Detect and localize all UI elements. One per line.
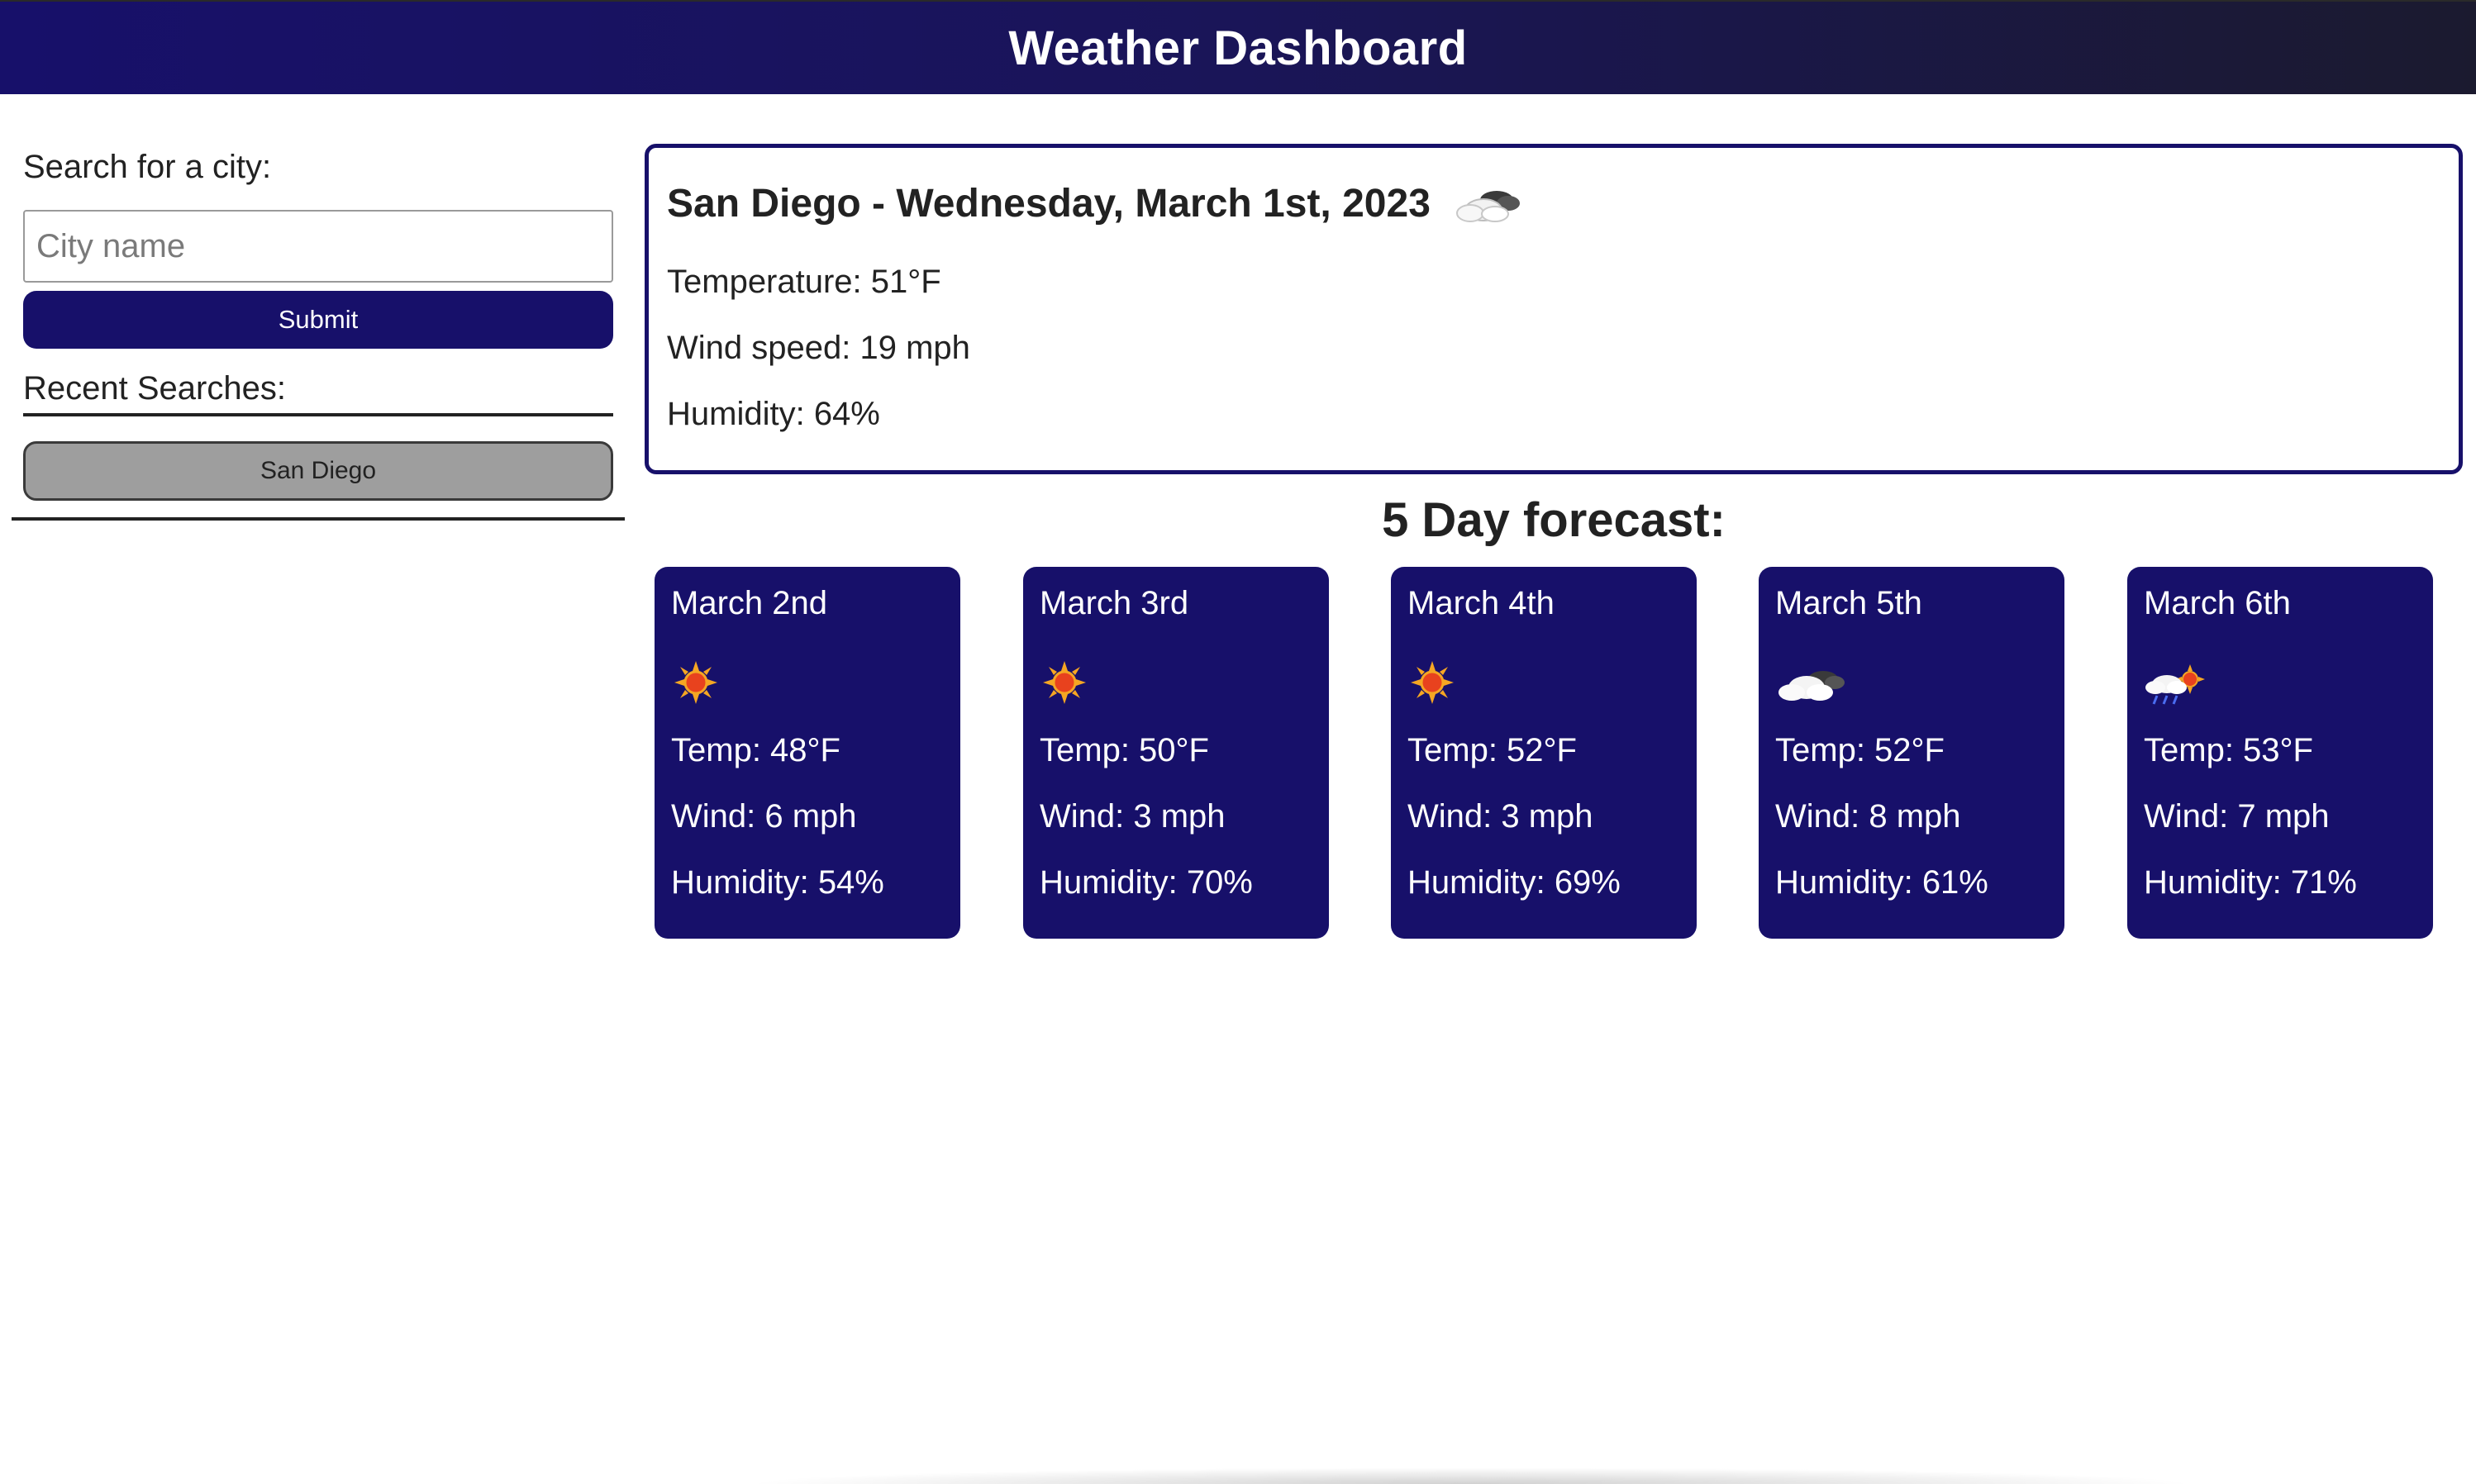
- forecast-wind: Wind: 6 mph: [671, 798, 857, 835]
- recent-search-button[interactable]: San Diego: [23, 441, 613, 501]
- sun-icon: [1407, 658, 1482, 707]
- app-header: Weather Dashboard: [0, 0, 2476, 94]
- window-shadow: [744, 1467, 2198, 1484]
- forecast-card: March 5th Temp: 52°F Wind: 8 mph Humidit…: [1759, 567, 2064, 939]
- current-wind-speed: Wind speed: 19 mph: [667, 330, 970, 366]
- forecast-temp: Temp: 50°F: [1040, 732, 1209, 768]
- forecast-temp: Temp: 52°F: [1407, 732, 1577, 768]
- forecast-date: March 5th: [1775, 585, 1922, 621]
- forecast-date: March 2nd: [671, 585, 827, 621]
- forecast-date: March 3rd: [1040, 585, 1189, 621]
- partly-cloudy-icon: [1450, 183, 1525, 225]
- current-humidity: Humidity: 64%: [667, 396, 880, 432]
- recent-searches-divider: [23, 413, 613, 416]
- current-temperature: Temperature: 51°F: [667, 264, 941, 300]
- sidebar-divider: [12, 517, 625, 521]
- forecast-wind: Wind: 7 mph: [2144, 798, 2330, 835]
- forecast-temp: Temp: 52°F: [1775, 732, 1945, 768]
- forecast-temp: Temp: 48°F: [671, 732, 840, 768]
- page-title: Weather Dashboard: [1008, 21, 1468, 75]
- current-weather-card: San Diego - Wednesday, March 1st, 2023 T…: [645, 144, 2463, 474]
- cloud-icon: [1775, 658, 1850, 707]
- forecast-heading: 5 Day forecast:: [1382, 493, 1726, 547]
- search-label: Search for a city:: [23, 149, 272, 185]
- forecast-wind: Wind: 8 mph: [1775, 798, 1961, 835]
- forecast-humidity: Humidity: 70%: [1040, 864, 1253, 901]
- forecast-row: March 2nd Temp: 48°F Wind: 6 mph Humidit…: [655, 567, 2456, 939]
- forecast-temp: Temp: 53°F: [2144, 732, 2313, 768]
- forecast-wind: Wind: 3 mph: [1040, 798, 1226, 835]
- current-weather-header: San Diego - Wednesday, March 1st, 2023: [667, 181, 1525, 226]
- city-search-input[interactable]: [23, 210, 613, 283]
- forecast-card: March 3rd Temp: 50°F Wind: 3 mph Humidit…: [1023, 567, 1329, 939]
- forecast-card: March 6th Temp: 53°F Wind: 7 mph Humidit…: [2127, 567, 2433, 939]
- forecast-card: March 4th Temp: 52°F Wind: 3 mph Humidit…: [1391, 567, 1697, 939]
- sun-icon: [671, 658, 745, 707]
- forecast-humidity: Humidity: 71%: [2144, 864, 2357, 901]
- forecast-humidity: Humidity: 61%: [1775, 864, 1988, 901]
- forecast-date: March 6th: [2144, 585, 2291, 621]
- submit-button[interactable]: Submit: [23, 291, 613, 349]
- current-city-date: San Diego - Wednesday, March 1st, 2023: [667, 182, 1431, 226]
- forecast-wind: Wind: 3 mph: [1407, 798, 1593, 835]
- forecast-humidity: Humidity: 54%: [671, 864, 884, 901]
- recent-searches-list: San Diego: [23, 441, 613, 501]
- forecast-card: March 2nd Temp: 48°F Wind: 6 mph Humidit…: [655, 567, 960, 939]
- sun-icon: [1040, 658, 1114, 707]
- forecast-humidity: Humidity: 69%: [1407, 864, 1621, 901]
- recent-searches-label: Recent Searches:: [23, 370, 286, 407]
- rain-sun-icon: [2144, 658, 2218, 707]
- forecast-date: March 4th: [1407, 585, 1555, 621]
